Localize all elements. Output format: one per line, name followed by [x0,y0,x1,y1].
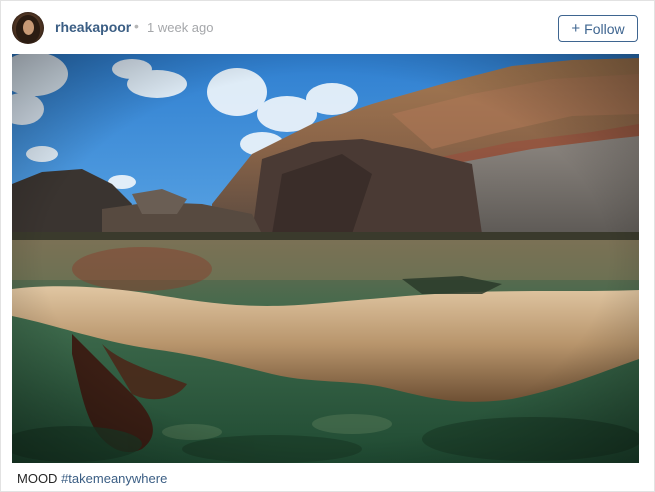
follow-button-label: Follow [584,20,625,37]
follow-button[interactable]: + Follow [558,15,638,42]
beach-photo [12,54,639,463]
avatar-face [23,20,34,35]
hashtag-link[interactable]: #takemeanywhere [61,471,167,486]
avatar[interactable] [12,12,44,44]
username-link[interactable]: rheakapoor [55,19,131,35]
separator-dot: • [134,18,139,34]
caption-text: MOOD [17,471,58,486]
post-caption: MOOD #takemeanywhere [17,471,167,486]
plus-icon: + [571,20,581,37]
instagram-post-card: rheakapoor • 1 week ago + Follow MOOD #t… [0,0,655,492]
post-photo[interactable] [12,54,639,463]
post-timestamp[interactable]: 1 week ago [147,20,214,35]
post-header: rheakapoor • 1 week ago + Follow [1,1,654,53]
